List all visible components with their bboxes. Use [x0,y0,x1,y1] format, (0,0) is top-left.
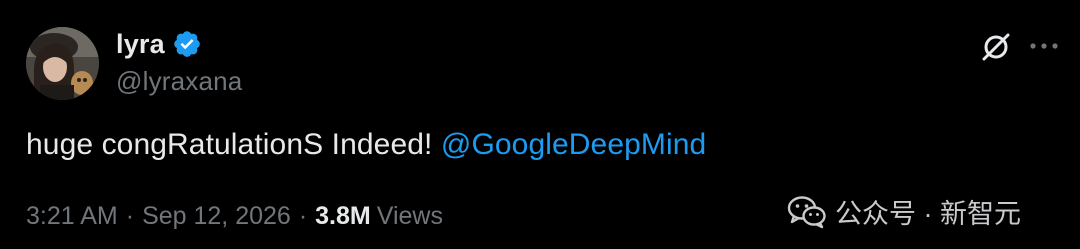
grok-icon[interactable] [978,29,1014,65]
tweet-text-plain: huge congRatulationS Indeed! [26,128,441,161]
views-label: Views [376,202,443,230]
author-display-name[interactable]: lyra [116,29,165,60]
mention-link[interactable]: @GoogleDeepMind [441,128,706,161]
verified-badge-icon[interactable] [172,29,202,59]
tweet-card: lyra @lyraxana huge congRatulationS Inde… [0,0,1080,249]
views-count: 3.8M [315,202,371,230]
more-options-icon[interactable] [1028,32,1060,60]
avatar-photo-icon [26,27,99,100]
tweet-text: huge congRatulationS Indeed! @GoogleDeep… [26,128,706,162]
tweet-meta: 3:21 AM · Sep 12, 2026 · 3.8M Views [26,202,443,231]
meta-separator: · [125,202,135,230]
meta-separator: · [298,202,308,230]
avatar[interactable] [26,27,99,100]
author-name-row: lyra [116,26,202,62]
tweet-time[interactable]: 3:21 AM [26,202,118,231]
author-handle[interactable]: @lyraxana [116,66,242,97]
watermark-text: 公众号 · 新智元 [835,199,1021,229]
tweet-date[interactable]: Sep 12, 2026 [142,202,291,231]
watermark: 公众号 · 新智元 [787,192,1021,231]
wechat-icon [787,195,827,229]
